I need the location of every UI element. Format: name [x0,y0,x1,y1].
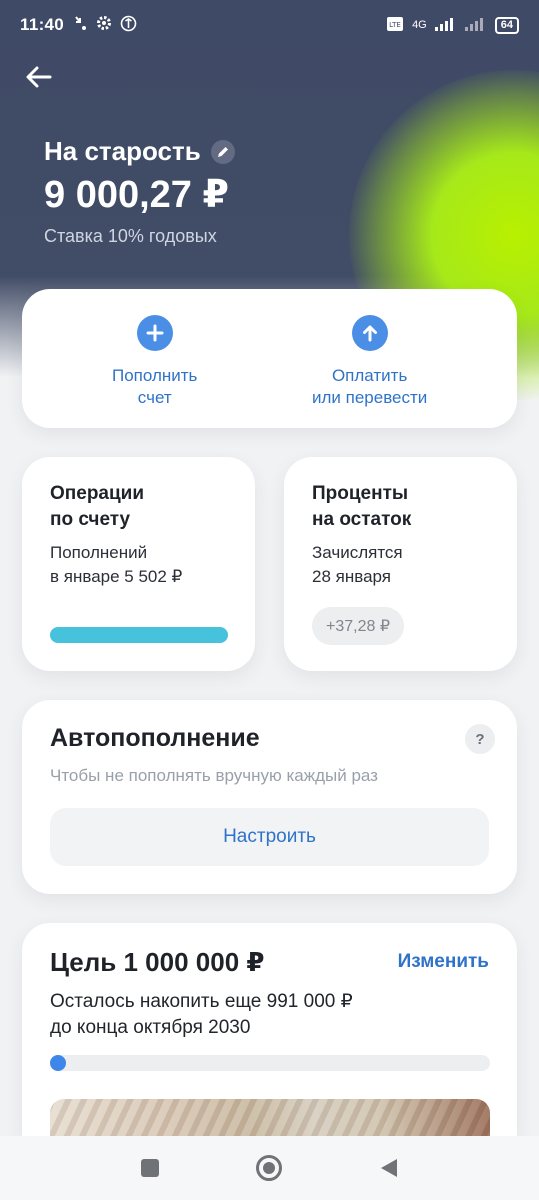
edit-goal-link[interactable]: Изменить [398,951,489,973]
interest-rate: Ставка 10% годовых [44,226,217,246]
interest-text: Зачислятся 28 января [312,543,403,586]
gear-icon [96,15,112,35]
missed-call-icon [74,15,88,35]
circle-home-icon[interactable] [254,1153,284,1183]
autopay-card: Автопополнение ? Чтобы не пополнять вруч… [22,700,517,894]
network-type: 4G [412,19,427,31]
pencil-icon[interactable] [210,139,235,164]
top-up-label: Пополнить счет [112,366,198,407]
account-name: На старость [44,136,201,166]
account-title: На старость [44,136,235,167]
operations-progress-bar [50,627,228,643]
goal-card: Цель 1 000 000 ₽ Изменить Осталось накоп… [22,923,517,1139]
status-bar: 11:40 LTE 4G 64 [0,0,539,50]
pay-transfer-label: Оплатить или перевести [312,366,428,407]
setup-autopay-button[interactable]: Настроить [50,808,489,866]
account-balance: 9 000,27 ₽ [44,174,229,216]
interest-title: Проценты на остаток [312,483,412,530]
operations-text: Пополнений в январе 5 502 ₽ [50,543,183,586]
plus-icon [136,315,173,351]
goal-remaining-text: Осталось накопить еще 991 000 ₽ до конца… [50,991,353,1038]
autopay-title: Автопополнение [50,724,260,752]
actions-card: Пополнить счет Оплатить или перевести [22,289,517,428]
signal-icon [434,17,457,34]
pay-transfer-button[interactable]: Оплатить или перевести [312,315,427,409]
status-time: 11:40 [20,15,65,34]
arrow-up-icon [351,315,388,351]
interest-amount-badge: +37,28 ₽ [312,607,405,645]
back-arrow-icon[interactable] [24,62,54,92]
volte-icon: LTE [386,16,404,35]
vpn-icon [120,15,137,36]
goal-progress-fill [50,1055,66,1071]
autopay-subtitle: Чтобы не пополнять вручную каждый раз [50,766,378,785]
svg-text:LTE: LTE [389,21,401,29]
triangle-back-icon[interactable] [374,1153,404,1183]
system-nav-bar [0,1136,539,1200]
goal-title: Цель 1 000 000 ₽ [50,947,265,977]
wifi-signal-icon [464,17,487,34]
goal-banknotes-image [50,1099,490,1139]
operations-title: Операции по счету [50,483,145,530]
interest-card[interactable]: Проценты на остаток Зачислятся 28 января… [284,457,517,671]
top-up-button[interactable]: Пополнить счет [112,315,197,409]
goal-progress-track [50,1055,490,1071]
battery-indicator: 64 [494,16,519,34]
help-icon[interactable]: ? [465,724,495,754]
square-recents-icon[interactable] [135,1153,165,1183]
operations-card[interactable]: Операции по счету Пополнений в январе 5 … [22,457,255,671]
